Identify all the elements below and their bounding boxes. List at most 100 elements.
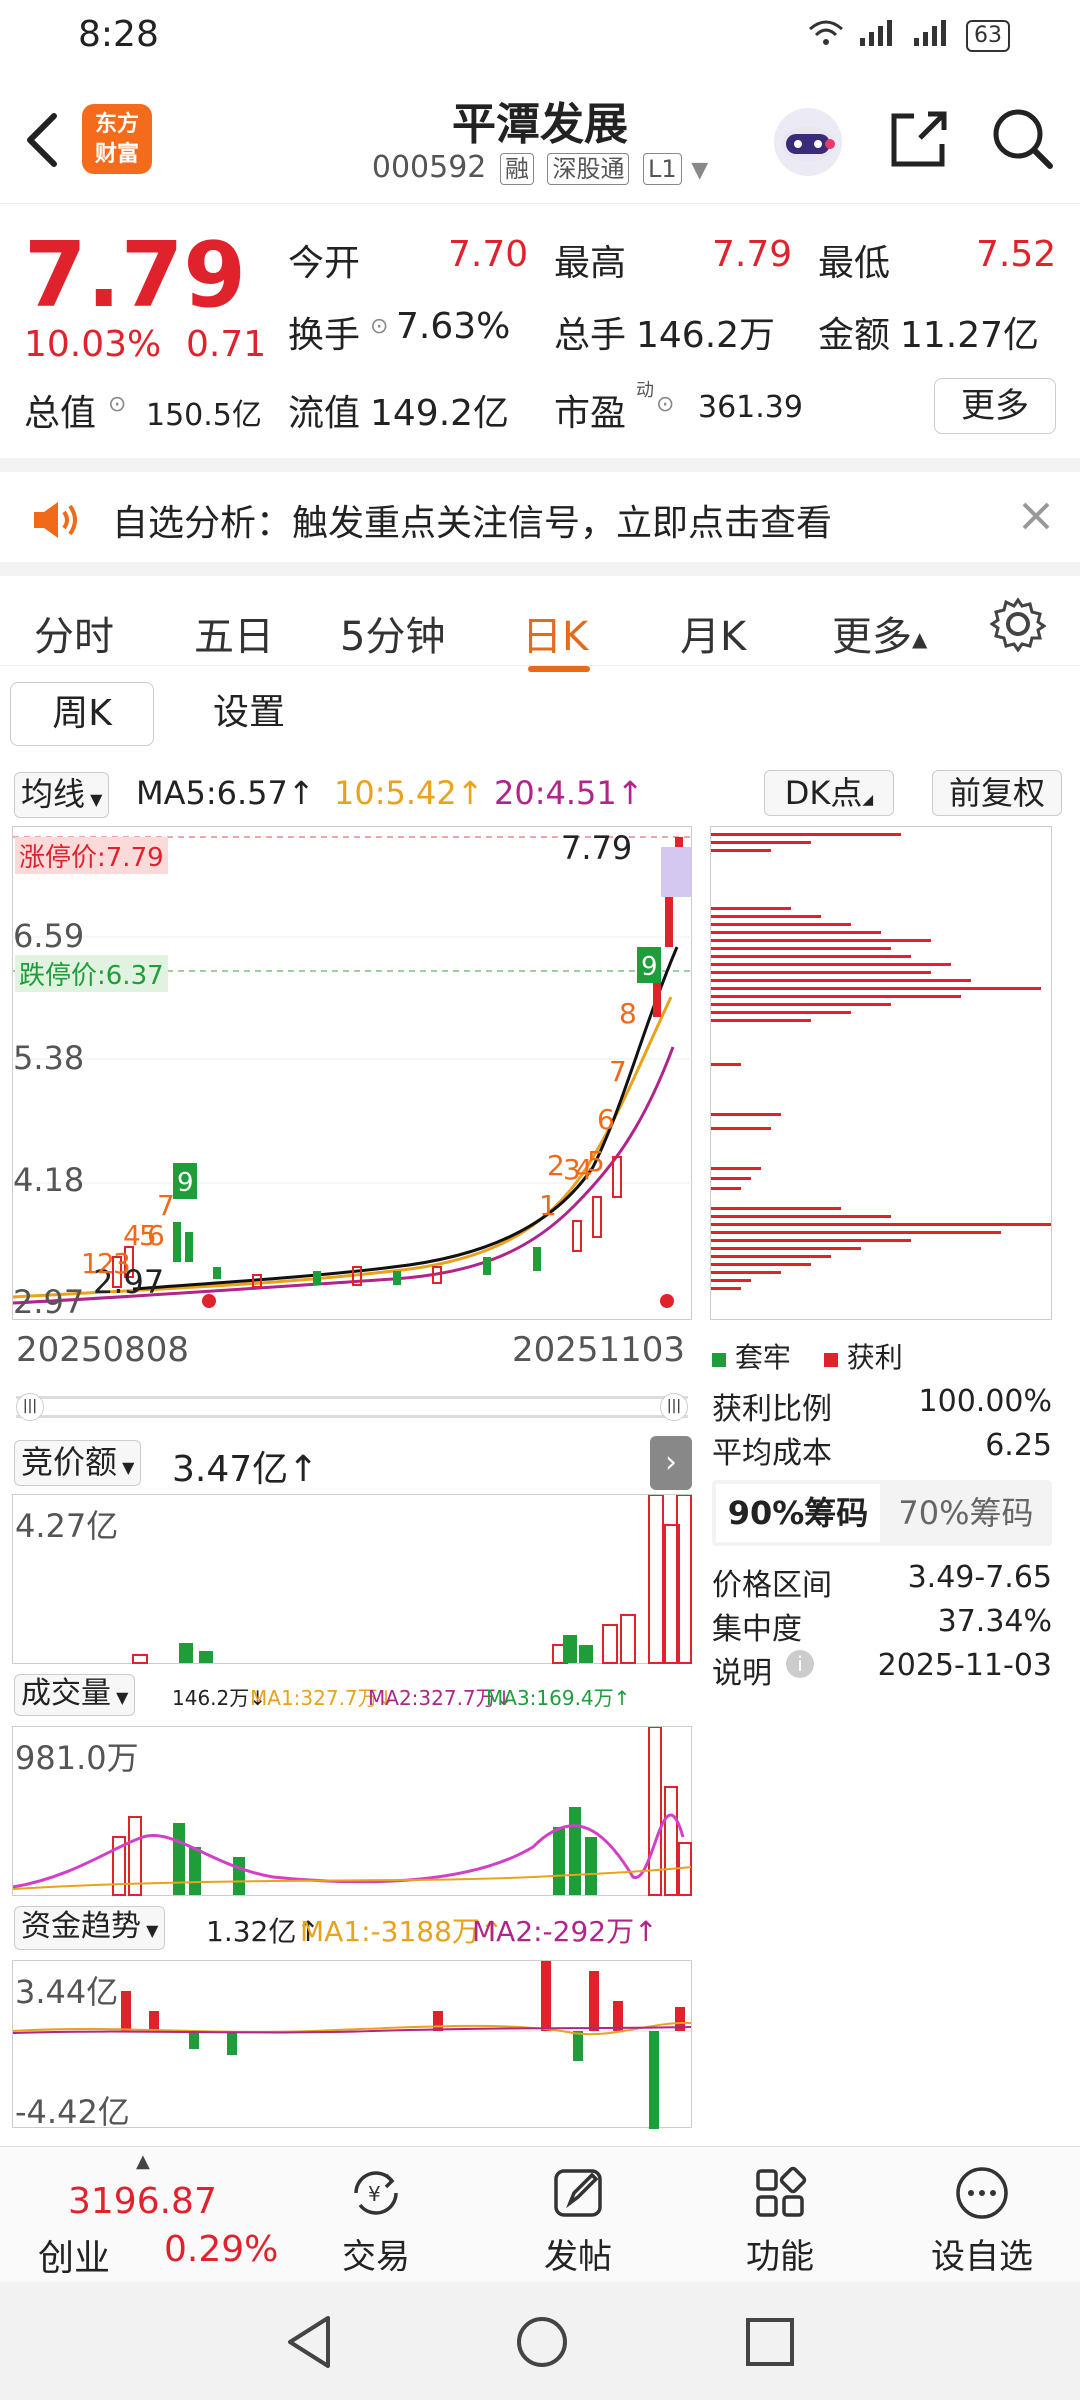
ma-selector[interactable]: 均线 ▼ <box>14 772 110 818</box>
avg-cost-value: 6.25 <box>985 1428 1052 1463</box>
chart-tabs: 分时 五日 5分钟 日K 月K 更多▲ <box>0 562 1080 672</box>
index-percent: 0.29% <box>164 2229 279 2270</box>
info-icon[interactable]: i <box>786 1650 814 1678</box>
chip-legend: 套牢 获利 <box>712 1336 903 1376</box>
end-date: 20251103 <box>512 1330 686 1370</box>
info-dot-icon[interactable]: ⊙ <box>656 392 674 417</box>
auction-selector[interactable]: 竞价额 ▼ <box>14 1440 142 1486</box>
collapse-caret-icon: ▲ <box>136 2151 150 2172</box>
adjust-mode-button[interactable]: 前复权 <box>932 770 1062 816</box>
scroll-handle-right[interactable]: ||| <box>660 1393 688 1421</box>
dk-point-button[interactable]: DK点◢ <box>764 770 894 816</box>
fund-ymax: 3.44亿 <box>15 1973 119 2011</box>
mktcap-value: 150.5亿 <box>146 398 262 433</box>
change-amount: 0.71 <box>186 324 267 365</box>
search-icon[interactable] <box>988 104 1058 174</box>
ma20-value: 20:4.51↑ <box>494 774 644 812</box>
volume-ma3: MA3:169.4万↑ <box>486 1686 631 1710</box>
close-icon[interactable] <box>1016 496 1056 540</box>
amount-label: 金额 <box>818 315 891 356</box>
info-dot-icon[interactable]: ⊙ <box>370 314 388 339</box>
signal-7: 7 <box>157 1189 175 1222</box>
volume-ymax: 981.0万 <box>15 1739 139 1777</box>
info-dot-icon[interactable]: ⊙ <box>108 392 126 417</box>
pe-value: 361.39 <box>698 390 803 425</box>
tab-intraday[interactable]: 分时 <box>34 604 114 662</box>
nav-functions[interactable]: 功能 <box>710 2153 850 2278</box>
kline-chart[interactable]: 9 9 涨停价:7.79 跌停价:6.37 7.79 6.59 5.38 4.1… <box>12 826 693 1321</box>
avg-cost-label: 平均成本 <box>712 1436 832 1471</box>
tag-level: L1 <box>643 153 682 185</box>
system-home-icon[interactable] <box>514 2314 570 2374</box>
status-time: 8:28 <box>78 14 159 55</box>
limit-up-label: 涨停价:7.79 <box>15 837 168 874</box>
profit-swatch <box>823 1353 838 1367</box>
tab-daily-k[interactable]: 日K <box>522 604 588 662</box>
chart-settings-button[interactable]: 设置 <box>194 682 304 746</box>
system-back-icon[interactable] <box>284 2314 334 2374</box>
auction-value: 3.47亿↑ <box>172 1449 319 1490</box>
float-label: 流值 <box>288 393 361 434</box>
svg-text:¥: ¥ <box>368 2182 381 2206</box>
ma5-value: MA5:6.57↑ <box>136 774 315 812</box>
tab-chips-70[interactable]: 70%筹码 <box>884 1484 1048 1542</box>
expand-arrow-icon[interactable]: › <box>650 1436 692 1490</box>
pe-label: 市盈 <box>554 393 627 434</box>
nav-trade[interactable]: ¥ 交易 <box>306 2153 446 2278</box>
index-ticker[interactable]: ▲ 3196.87 创业 0.29% <box>8 2151 278 2279</box>
open-value: 7.70 <box>448 234 529 275</box>
tag-margin: 融 <box>499 153 534 185</box>
high-value: 7.79 <box>712 234 793 275</box>
ma10-value: 10:5.42↑ <box>334 774 484 812</box>
y-label-3: 4.18 <box>13 1161 85 1199</box>
y-label-2: 5.38 <box>13 1039 85 1077</box>
scroll-handle-left[interactable]: ||| <box>16 1393 44 1421</box>
battery-indicator: 63 <box>966 20 1010 52</box>
tab-more[interactable]: 更多▲ <box>832 604 927 662</box>
share-icon[interactable] <box>884 104 954 174</box>
price-range-label: 价格区间 <box>712 1568 832 1603</box>
edit-post-icon <box>554 2169 602 2217</box>
chip-distribution-chart[interactable] <box>710 826 1052 1320</box>
nav-post[interactable]: 发帖 <box>508 2153 648 2278</box>
weekly-k-button[interactable]: 周K <box>10 682 154 746</box>
concentration-label: 集中度 <box>712 1612 802 1647</box>
start-date: 20250808 <box>16 1330 190 1370</box>
concentration-value: 37.34% <box>937 1604 1052 1639</box>
float-value: 149.2亿 <box>370 393 510 434</box>
fund-selector[interactable]: 资金趋势 ▼ <box>14 1906 166 1950</box>
mktcap-label: 总值 <box>24 393 97 434</box>
signal-icon <box>858 18 898 54</box>
tab-monthly-k[interactable]: 月K <box>680 604 746 662</box>
timeline-scroller[interactable]: ||| ||| <box>16 1393 688 1421</box>
dropdown-caret-icon[interactable]: ▼ <box>691 158 708 183</box>
wifi-icon <box>808 19 844 53</box>
more-quote-button[interactable]: 更多 <box>934 378 1056 434</box>
status-icons: 63 <box>808 18 1010 54</box>
y-label-1: 6.59 <box>13 917 85 955</box>
svg-text:9: 9 <box>641 952 658 982</box>
nav-add-watchlist[interactable]: 设自选 <box>912 2153 1052 2278</box>
tab-5min[interactable]: 5分钟 <box>340 604 445 662</box>
robot-assistant-icon[interactable] <box>770 104 842 176</box>
tab-five-day[interactable]: 五日 <box>194 604 274 662</box>
fund-trend-chart: 3.44亿 -4.42亿 <box>12 1960 693 2131</box>
volume-selector[interactable]: 成交量 ▼ <box>14 1674 136 1716</box>
profit-ratio-label: 获利比例 <box>712 1392 832 1427</box>
profit-ratio-value: 100.00% <box>918 1384 1052 1419</box>
settings-gear-icon[interactable] <box>989 596 1047 656</box>
tab-chips-90[interactable]: 90%筹码 <box>716 1484 880 1542</box>
more-dots-icon <box>956 2167 1008 2219</box>
analysis-banner[interactable]: 自选分析：触发重点关注信号，立即点击查看 <box>0 458 1080 562</box>
amount-value: 11.27亿 <box>900 315 1040 356</box>
chip-tabs: 90%筹码 70%筹码 <box>712 1480 1052 1546</box>
signal-icon-2 <box>912 18 952 54</box>
low-label: 最低 <box>818 243 891 284</box>
stock-code: 000592 <box>371 150 487 185</box>
limit-down-label: 跌停价:6.37 <box>15 955 168 992</box>
system-recents-icon[interactable] <box>744 2316 796 2372</box>
price-marker: 7.79 <box>561 829 633 867</box>
index-value: 3196.87 <box>68 2181 217 2222</box>
trapped-swatch <box>712 1353 726 1367</box>
signal-6: 6 <box>147 1219 165 1252</box>
